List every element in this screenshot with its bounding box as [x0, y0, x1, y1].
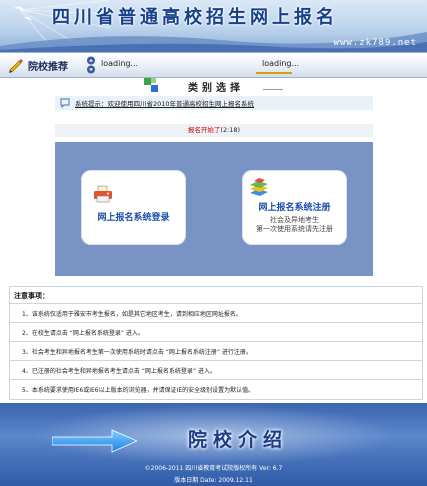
arrow-right-icon — [52, 429, 137, 453]
note-item-text: 1、该系统仅适用于雅安市考生报名，如是其它地区考生，请到相应地区网址报名。 — [22, 311, 242, 318]
category-title: 类别选择 — [188, 83, 244, 94]
notes-box: 注意事项： 1、该系统仅适用于雅安市考生报名，如是其它地区考生，请到相应地区网址… — [9, 286, 423, 400]
nav-label-recommend: 院校推荐 — [28, 62, 68, 73]
note-item: 4、已注册的社会考生和异地报名考生请点击 “网上报名系统登录” 进入。 — [10, 360, 422, 379]
status-time: (2:18) — [220, 126, 241, 134]
note-item-text: 4、已注册的社会考生和异地报名考生请点击 “网上报名系统登录” 进入。 — [22, 368, 216, 375]
register-button[interactable]: 网上报名系统注册 社会及异地考生 第一次使用系统请先注册 — [242, 170, 347, 245]
nav-underline — [256, 72, 292, 74]
category-line — [263, 89, 283, 90]
copyright-text: ©2006-2011 四川省教育考试院版权所有 Ver: 6.7 — [144, 465, 283, 472]
speech-bubble-icon — [60, 98, 70, 108]
note-item-text: 5、本系统要求使用IE6或IE6以上版本的浏览器，并请保证IE的安全级别设置为默… — [22, 387, 255, 394]
category-blocks-icon — [144, 78, 158, 92]
nav-loading-text-left: loading... — [101, 59, 139, 68]
footer-banner[interactable]: 院校介绍 ©2006-2011 四川省教育考试院版权所有 Ver: 6.7 版本… — [0, 403, 427, 486]
site-url: www.zk789.net — [333, 38, 417, 48]
printer-icon — [94, 185, 112, 203]
entry-panel: 网上报名系统登录 网上报名系统注册 社会及异地考生 第一次使用系统请先注册 — [55, 142, 373, 276]
note-item: 2、在校生请点击 “网上报名系统登录” 进入。 — [10, 322, 422, 341]
site-header: 四川省普通高校招生网上报名 www.zk789.net — [0, 0, 427, 52]
registration-status: 报名开始了(2:18) — [55, 124, 373, 137]
register-sub-line2: 第一次使用系统请先注册 — [256, 225, 333, 233]
page: 四川省普通高校招生网上报名 www.zk789.net 院校推荐 loading… — [0, 0, 427, 486]
note-item: 5、本系统要求使用IE6或IE6以上版本的浏览器，并请保证IE的安全级别设置为默… — [10, 379, 422, 398]
note-item: 1、该系统仅适用于雅安市考生报名，如是其它地区考生，请到相应地区网址报名。 — [10, 303, 422, 322]
note-item-text: 2、在校生请点击 “网上报名系统登录” 进入。 — [22, 330, 144, 337]
login-button-label: 网上报名系统登录 — [97, 213, 170, 223]
site-title: 四川省普通高校招生网上报名 — [52, 7, 338, 28]
nav-loading-text-right: loading... — [262, 59, 300, 68]
status-open-label: 报名开始了 — [187, 126, 221, 134]
register-sub-line1: 社会及异地考生 — [270, 216, 319, 224]
version-date-text: 版本日期 Date: 2009.12.11 — [174, 477, 253, 484]
college-intro-title[interactable]: 院校介绍 — [188, 425, 288, 452]
books-icon — [250, 178, 268, 196]
pencil-icon — [9, 59, 23, 73]
scroll-arrows-icon[interactable] — [86, 56, 96, 74]
notice-link[interactable]: 系统提示：欢迎使用四川省2010年普通高校招生网上报名系统 — [75, 98, 254, 108]
register-button-label: 网上报名系统注册 — [258, 203, 331, 213]
note-item-text: 3、社会考生和异地报名考生第一次使用系统时请点击 “网上报名系统注册” 进行注册… — [22, 349, 252, 356]
note-item: 3、社会考生和异地报名考生第一次使用系统时请点击 “网上报名系统注册” 进行注册… — [10, 341, 422, 360]
nav-bar: 院校推荐 loading... loading... — [0, 52, 427, 78]
notes-title: 注意事项： — [14, 292, 49, 300]
login-button[interactable]: 网上报名系统登录 — [81, 170, 186, 245]
system-notice: 系统提示：欢迎使用四川省2010年普通高校招生网上报名系统 — [55, 96, 373, 110]
